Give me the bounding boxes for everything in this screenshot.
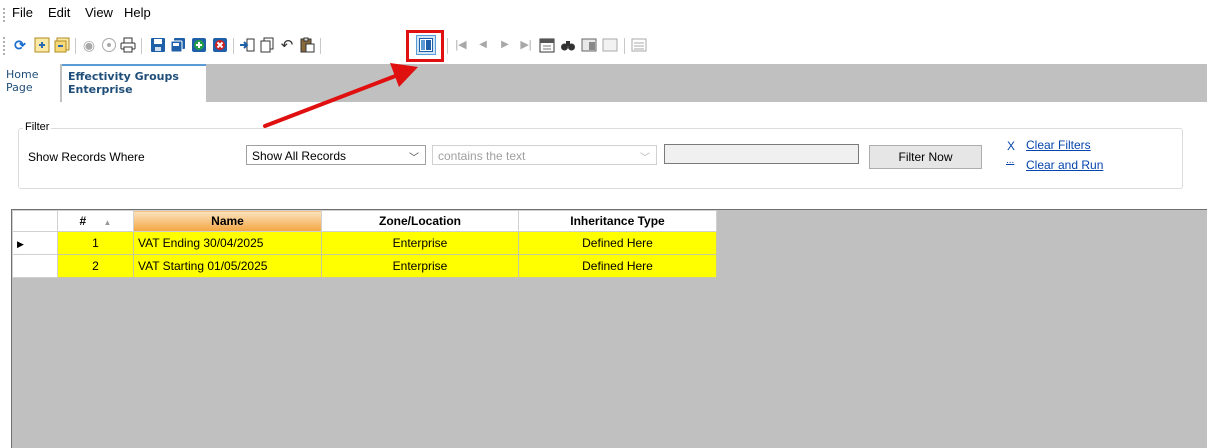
records-select-value: Show All Records [252,149,347,163]
tab-effectivity-groups[interactable]: Effectivity Groups Enterprise [62,64,206,102]
toolbar-grip [3,37,5,55]
row-selector-header [12,210,58,232]
tab-home-line2: Page [6,81,33,94]
cell-zone[interactable]: Enterprise [321,254,519,278]
save-all-icon[interactable] [169,36,187,54]
window-icon[interactable] [580,36,598,54]
records-select[interactable]: Show All Records ﹀ [246,145,426,165]
toolbar: ⟳ ◉ ↶ |◀ ◀ ▶ ▶| [0,30,1207,62]
menu-view[interactable]: View [85,5,113,20]
save-icon[interactable] [149,36,167,54]
tree-icon[interactable] [33,36,51,54]
cell-inheritance[interactable]: Defined Here [518,231,717,255]
calendar-icon[interactable] [538,36,556,54]
tab-home-line1: Home [6,68,39,81]
menu-edit[interactable]: Edit [48,5,70,20]
last-record-icon[interactable]: ▶| [517,36,535,54]
clear-filters-icon[interactable]: X [1007,139,1015,153]
chevron-down-icon: ﹀ [409,153,419,164]
window-icon-2[interactable] [601,36,619,54]
cell-zone[interactable]: Enterprise [321,231,519,255]
menu-help[interactable]: Help [124,5,151,20]
previous-record-icon[interactable]: ◀ [474,36,492,54]
find-icon[interactable] [559,36,577,54]
tab-active-line1: Effectivity Groups [68,70,179,83]
column-header-zone[interactable]: Zone/Location [321,210,519,232]
next-record-icon[interactable]: ▶ [496,36,514,54]
comment-icon[interactable] [100,36,118,54]
tab-bar: Home Page Effectivity Groups Enterprise [0,64,1207,102]
table-row[interactable]: 2 VAT Starting 01/05/2025 Enterprise Def… [12,254,717,278]
toolbar-separator [233,38,234,54]
tab-active-line2: Enterprise [68,83,133,96]
clear-and-run-link[interactable]: Clear and Run [1026,158,1103,172]
list-icon[interactable] [630,36,648,54]
column-header-inheritance[interactable]: Inheritance Type [518,210,717,232]
table-row[interactable]: ▶ 1 VAT Ending 30/04/2025 Enterprise Def… [12,231,717,255]
column-header-name[interactable]: Name [133,210,322,232]
toolbar-separator [75,38,76,54]
radio-icon[interactable]: ◉ [80,36,98,54]
delete-icon[interactable] [211,36,229,54]
multi-tree-icon[interactable] [53,36,71,54]
print-icon[interactable] [119,36,137,54]
show-records-label: Show Records Where [28,150,145,164]
undo-icon[interactable]: ↶ [278,36,296,54]
clear-filters-link[interactable]: Clear Filters [1026,138,1091,152]
filter-now-button[interactable]: Filter Now [869,145,982,169]
menu-file[interactable]: File [12,5,33,20]
clear-run-icon[interactable]: ... [1006,155,1014,166]
filter-value-input[interactable] [664,144,859,164]
highlight-box [406,30,444,62]
column-number-label: # [79,214,87,228]
toolbar-separator [624,38,625,54]
refresh-icon[interactable]: ⟳ [11,36,29,54]
grid-header-row: # ▲ Name Zone/Location Inheritance Type [12,210,717,232]
operator-select-value: contains the text [438,149,526,163]
toolbar-separator [320,38,321,54]
menu-bar: File Edit View Help [0,0,1207,28]
cell-number[interactable]: 2 [57,254,134,278]
cell-inheritance[interactable]: Defined Here [518,254,717,278]
operator-select[interactable]: contains the text ﹀ [432,145,657,165]
toolbar-separator [141,38,142,54]
cell-number[interactable]: 1 [57,231,134,255]
cell-name[interactable]: VAT Ending 30/04/2025 [133,231,322,255]
column-header-number[interactable]: # ▲ [57,210,134,232]
tab-home-page[interactable]: Home Page [0,64,60,102]
current-row-icon[interactable]: ▶ [12,231,58,255]
toolbar-separator [447,38,448,54]
first-record-icon[interactable]: |◀ [452,36,470,54]
row-selector[interactable] [12,254,58,278]
filter-legend: Filter [23,121,52,133]
menu-grip [3,8,7,22]
chevron-down-icon: ﹀ [640,153,650,164]
cell-name[interactable]: VAT Starting 01/05/2025 [133,254,322,278]
records-grid: # ▲ Name Zone/Location Inheritance Type … [12,210,717,278]
add-icon[interactable] [190,36,208,54]
copy-icon[interactable] [258,36,276,54]
sort-ascending-icon: ▲ [103,218,112,227]
paste-icon[interactable] [298,36,316,54]
import-icon[interactable] [238,36,256,54]
